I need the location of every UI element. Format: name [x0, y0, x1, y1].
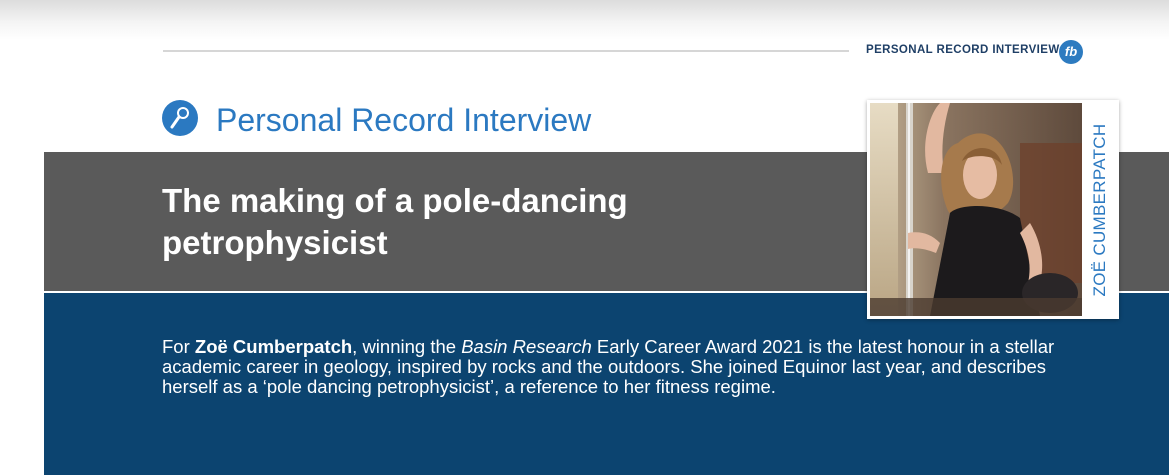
headline-line-1: The making of a pole-dancing: [162, 182, 628, 219]
top-shade: [0, 0, 1169, 40]
lead-name: Zoë Cumberpatch: [194, 336, 353, 357]
microphone-icon: [162, 100, 198, 136]
section-title-light: Interview: [463, 102, 592, 138]
photo-caption: ZOË CUMBERPATCH: [1084, 103, 1116, 316]
fb-logo: fb: [1059, 40, 1083, 64]
photo-frame: ZOË CUMBERPATCH: [867, 100, 1119, 319]
portrait-photo: [870, 103, 1082, 316]
section-title-bold: Personal Record: [216, 102, 455, 138]
photo-caption-text: ZOË CUMBERPATCH: [1090, 123, 1109, 296]
headline-line-2: petrophysicist: [162, 224, 388, 261]
header-rule: [163, 50, 849, 52]
lead-journal: Basin Research: [461, 336, 592, 357]
article-lead: For Zoë Cumberpatch, winning the Basin R…: [162, 337, 1082, 397]
lead-part-1: For: [162, 336, 195, 357]
article-headline: The making of a pole-dancing petrophysic…: [162, 180, 782, 264]
running-header: PERSONAL RECORD INTERVIEW: [866, 44, 1060, 56]
lead-part-2: , winning the: [352, 336, 462, 357]
section-title: Personal Record Interview: [216, 100, 591, 140]
